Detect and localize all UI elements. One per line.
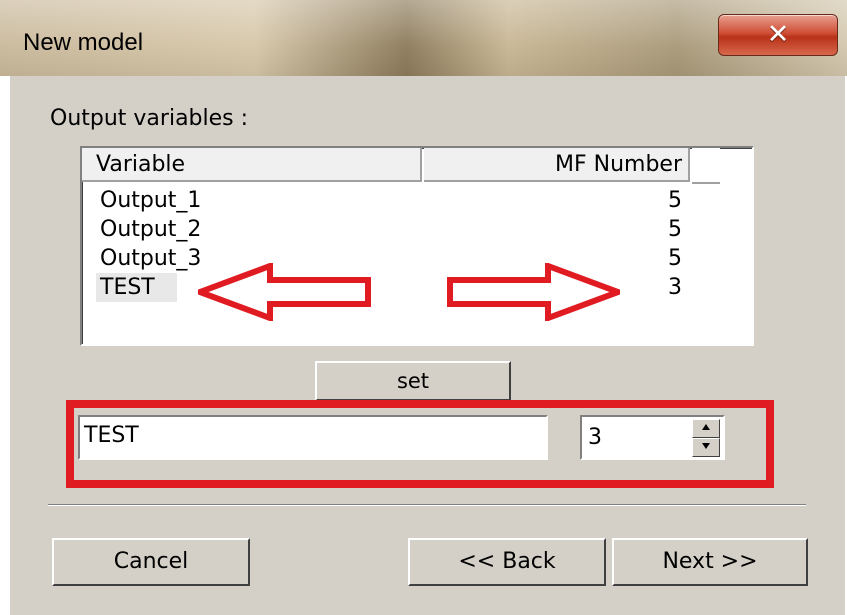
- row-mf-number: 5: [668, 188, 682, 213]
- title-bar: New model ✕: [0, 0, 847, 76]
- list-header: Variable MF Number: [82, 148, 750, 184]
- column-header-empty: [692, 148, 720, 184]
- list-row[interactable]: Output_1 5: [82, 186, 692, 215]
- row-variable-name: Output_3: [100, 246, 202, 271]
- left-arrow-annotation: [198, 263, 371, 321]
- variable-name-input[interactable]: TEST: [78, 415, 548, 460]
- row-mf-number: 5: [668, 217, 682, 242]
- row-variable-name: Output_2: [100, 217, 202, 242]
- list-row[interactable]: Output_2 5: [82, 215, 692, 244]
- spin-down-icon[interactable]: [692, 438, 720, 457]
- separator-line: [48, 504, 806, 506]
- right-arrow-annotation: [447, 263, 620, 321]
- close-button[interactable]: ✕: [718, 14, 838, 56]
- output-variables-list[interactable]: Variable MF Number Output_1 5 Output_2 5…: [80, 146, 754, 346]
- window-title: New model: [23, 29, 144, 56]
- mf-number-spinner[interactable]: 3: [580, 415, 725, 460]
- spin-up-icon[interactable]: [692, 419, 720, 438]
- output-variables-label: Output variables :: [50, 106, 249, 131]
- column-header-mf-number[interactable]: MF Number: [424, 148, 690, 182]
- back-button[interactable]: << Back: [408, 538, 606, 586]
- set-button[interactable]: set: [315, 361, 511, 401]
- mf-number-value: 3: [588, 425, 602, 450]
- row-mf-number: 5: [668, 246, 682, 271]
- row-mf-number: 3: [668, 275, 682, 300]
- row-variable-name: TEST: [96, 273, 177, 302]
- column-header-variable[interactable]: Variable: [82, 148, 422, 182]
- window-frame: Output variables : Variable MF Number Ou…: [0, 76, 847, 615]
- row-variable-name: Output_1: [100, 188, 202, 213]
- next-button[interactable]: Next >>: [612, 538, 808, 586]
- dialog-body: Output variables : Variable MF Number Ou…: [10, 76, 845, 615]
- close-icon: ✕: [766, 19, 790, 50]
- cancel-button[interactable]: Cancel: [52, 538, 250, 586]
